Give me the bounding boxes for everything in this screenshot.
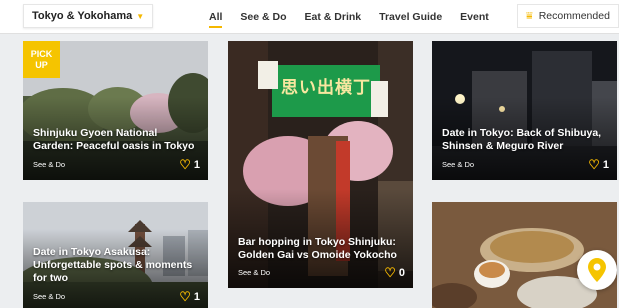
pick-up-badge: PICK UP [23,41,60,78]
favorite-count[interactable]: ♡ 1 [588,157,609,173]
card-category: See & Do [442,160,475,169]
favorite-count[interactable]: ♡ 1 [179,289,200,305]
card-title: Bar hopping in Tokyo Shinjuku: Golden Ga… [238,236,397,261]
like-count: 0 [398,267,405,279]
article-card-bar-hopping[interactable]: 思い出横丁 Bar hopping in Tokyo Shinjuku: Gol… [228,41,413,288]
tab-eat-drink[interactable]: Eat & Drink [305,0,362,33]
like-count: 1 [193,159,200,171]
location-label: Tokyo & Yokohama [32,10,133,22]
filter-icon: ⩸ [526,9,533,22]
heart-icon: ♡ [588,157,600,172]
heart-icon: ♡ [179,289,191,304]
favorite-count[interactable]: ♡ 0 [384,265,405,281]
top-bar: Tokyo & Yokohama ▼ All See & Do Eat & Dr… [0,0,619,34]
card-category: See & Do [238,268,271,277]
article-card-shinjuku-gyoen[interactable]: PICK UP Shinjuku Gyoen National Garden: P… [23,41,208,180]
tab-travel-guide[interactable]: Travel Guide [379,0,442,33]
article-card-asakusa[interactable]: Date in Tokyo Asakusa: Unforgettable spo… [23,202,208,308]
location-selector[interactable]: Tokyo & Yokohama ▼ [23,4,154,28]
sort-label: Recommended [538,10,610,22]
favorite-count[interactable]: ♡ 1 [179,157,200,173]
sort-dropdown[interactable]: ⩸ Recommended [517,4,619,28]
like-count: 1 [193,291,200,303]
tab-event[interactable]: Event [460,0,489,33]
article-card-shibuya[interactable]: Date in Tokyo: Back of Shibuya, Shinsen … [432,41,617,180]
card-category: See & Do [33,160,66,169]
map-button[interactable] [577,250,617,290]
tab-all[interactable]: All [209,0,223,33]
card-title: Shinjuku Gyoen National Garden: Peaceful… [33,127,195,152]
tab-see-do[interactable]: See & Do [240,0,286,33]
chevron-down-icon: ▼ [136,11,145,21]
heart-icon: ♡ [384,265,396,280]
category-tabs: All See & Do Eat & Drink Travel Guide Ev… [209,0,507,33]
heart-icon: ♡ [179,157,191,172]
card-category: See & Do [33,292,66,301]
card-title: Date in Tokyo Asakusa: Unforgettable spo… [33,246,193,284]
card-title: Date in Tokyo: Back of Shibuya, Shinsen … [442,127,602,152]
location-pin-icon [588,258,606,282]
shop-sign: 思い出横丁 [281,78,371,98]
like-count: 1 [602,159,609,171]
